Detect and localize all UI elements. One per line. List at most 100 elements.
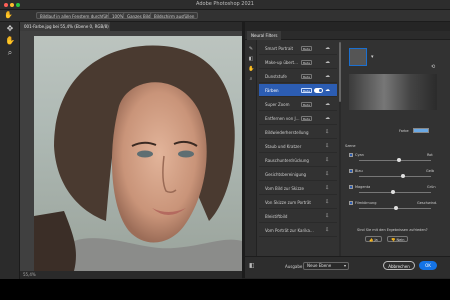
reset-icon[interactable]: ⟲ [431,64,435,70]
options-bar: ✋ Bildlauf in allen Fenstern durchführen… [0,10,450,22]
filter-item[interactable]: Gesichtsbereinigung ⇩ [259,168,337,181]
neural-filters-sidebar: ✎ ◧ ✋ ⌕ ◫ [245,40,257,278]
hand-tool-icon: ✋ [4,11,13,19]
window-title: Adobe Photoshop 2021 [196,1,254,7]
feedback-yes-button[interactable]: 👍 Ja [365,236,382,242]
zoom-level: 55,4% [23,272,36,277]
filter-label: Smart Portrait [265,46,294,51]
chevron-down-icon: ▾ [343,263,346,268]
magenta-green-slider[interactable] [359,190,431,194]
filter-item[interactable]: Make-up übert... Beta ☁ [259,56,337,69]
status-bar: 55,4% [20,271,242,279]
filter-item[interactable]: Dunststufe Beta ☁ [259,70,337,83]
cloud-icon: ☁ [325,73,330,79]
hand-icon[interactable]: ✋ [248,66,254,72]
slider-right-label: Gelb [426,169,435,173]
beta-badge: Beta [301,102,312,107]
reference-thumbnail[interactable] [349,48,367,66]
cloud-icon: ☁ [325,59,330,65]
neural-filters-footer: ◧ Ausgabe Neue Ebene ▾ Abbrechen OK [245,256,450,278]
zoom-tool-icon[interactable]: ⌕ [5,48,15,58]
filter-item[interactable]: Vom Porträt zur Karika... ⇩ [259,224,337,237]
filter-label: Staub und Kratzer [265,144,302,149]
zoom-icon[interactable]: ⌕ [248,76,254,82]
move-tool-icon[interactable]: ✥ [5,24,15,34]
color-swatch[interactable] [413,128,429,133]
slider-left-label: Cyan [355,153,364,157]
magenta-green-checkbox[interactable] [349,185,353,189]
feedback-no-button[interactable]: 👎 Nein [387,236,409,242]
filter-item[interactable]: Vom Bild zur Skizze ⇩ [259,182,337,195]
eraser-icon[interactable]: ◧ [248,56,254,62]
neural-filters-header: Neural Filters [245,31,450,40]
cloud-icon: ☁ [325,101,330,107]
blue-yellow-checkbox[interactable] [349,169,353,173]
filter-item[interactable]: Staub und Kratzer ⇩ [259,140,337,153]
grain-checkbox[interactable] [349,201,353,205]
document-tab[interactable]: 001-Farbe.jpg bei 55,4% (Ebene 0, RGB/8)… [20,22,110,31]
filter-label: Von Skizze zum Porträt [265,200,311,205]
filter-list-scrollbar[interactable] [339,42,341,272]
yes-label: Ja [374,238,378,242]
compare-icon[interactable]: ◧ [249,262,255,269]
slider-right-label: Grün [427,185,436,189]
filter-label: Super Zoom [265,102,290,107]
slider-knob[interactable] [394,206,398,210]
filter-toggle[interactable] [314,88,323,93]
filter-item[interactable]: Von Skizze zum Porträt ⇩ [259,196,337,209]
beta-badge: Beta [301,74,312,79]
beta-badge: Beta [301,46,312,51]
filter-label: Dunststufe [265,74,287,79]
filter-item[interactable]: Bleistiftbild ⇩ [259,210,337,223]
filter-item[interactable]: Smart Portrait Beta ☁ [259,42,337,55]
filter-label: Entfernen von J... [265,116,300,121]
download-icon: ⇩ [325,143,330,149]
filter-item[interactable]: Rauschunterdrückung ⇩ [259,154,337,167]
cancel-button[interactable]: Abbrechen [383,261,415,270]
portrait-photo [34,36,242,271]
download-icon: ⇩ [325,199,330,205]
filter-item[interactable]: Super Zoom Beta ☁ [259,98,337,111]
beta-badge: Beta [301,60,312,65]
slider-knob[interactable] [397,158,401,162]
filter-item-selected[interactable]: Färben Beta ☁ [259,84,337,97]
title-bar: Adobe Photoshop 2021 [0,0,450,10]
filter-label: Make-up übert... [265,60,298,65]
download-icon: ⇩ [325,185,330,191]
filter-label: Vom Porträt zur Karika... [265,228,314,233]
filter-label: Rauschunterdrückung [265,158,309,163]
chevron-down-icon[interactable]: ▾ [371,54,374,60]
slider-left-label: Magenta [355,185,371,189]
filter-item[interactable]: Bildwiederherstellung ⇩ [259,126,337,139]
slider-knob[interactable] [401,174,405,178]
slider-knob[interactable] [391,190,395,194]
filter-label: Bildwiederherstellung [265,130,309,135]
output-label: Ausgabe [285,264,303,269]
beta-badge: Beta [301,116,312,121]
fill-screen-button[interactable]: Bildschirm ausfüllen [150,12,199,19]
cyan-red-slider[interactable] [359,158,431,162]
reference-preview [349,74,437,110]
blue-yellow-slider[interactable] [359,174,431,178]
neural-filters-tab[interactable]: Neural Filters [247,31,282,40]
filter-label: Bleistiftbild [265,214,288,219]
tools-panel: ✥ ✋ ⌕ [0,22,20,300]
grain-slider[interactable] [359,206,431,210]
hand-tool-icon[interactable]: ✋ [5,36,15,46]
canvas-area[interactable] [20,31,242,271]
photoshop-window: Adobe Photoshop 2021 ✋ Bildlauf in allen… [0,0,450,300]
document-tabs: 001-Farbe.jpg bei 55,4% (Ebene 0, RGB/8)… [20,22,242,31]
dock-area [0,279,450,300]
output-select[interactable]: Neue Ebene ▾ [303,262,349,270]
scrollbar-thumb[interactable] [339,42,341,102]
scene-section-label: Szene [345,144,356,148]
download-icon: ⇩ [325,171,330,177]
brush-icon[interactable]: ✎ [248,46,254,52]
filter-item[interactable]: Entfernen von J... Beta ☁ [259,112,337,125]
no-label: Nein [396,238,405,242]
scroll-all-windows-button[interactable]: Bildlauf in allen Fenstern durchführen [36,12,120,19]
cyan-red-checkbox[interactable] [349,153,353,157]
download-icon: ⇩ [325,129,330,135]
ok-button[interactable]: OK [419,261,437,270]
output-value: Neue Ebene [307,263,332,268]
